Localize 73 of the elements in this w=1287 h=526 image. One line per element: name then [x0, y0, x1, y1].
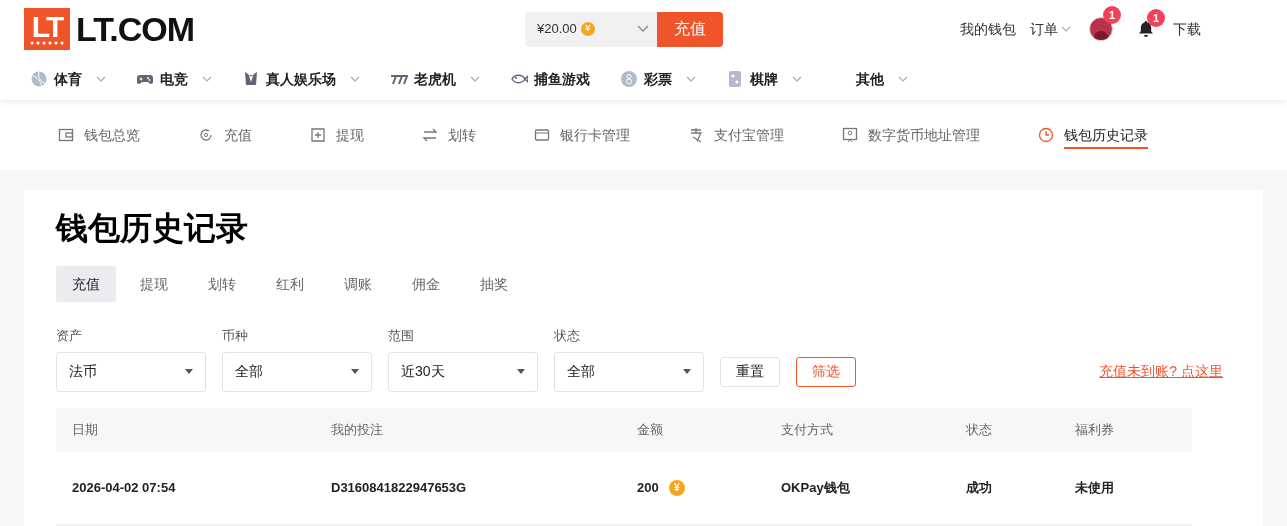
table-cell-text: D3160841822947653G: [331, 478, 467, 497]
clock-icon: [1038, 127, 1054, 143]
wallet-icon: [58, 127, 74, 143]
balance-dropdown[interactable]: ¥20.00 ¥: [525, 11, 657, 47]
column-header: 金额: [636, 420, 664, 439]
filter-label: 范围: [388, 327, 415, 345]
nav-item[interactable]: 棋牌: [726, 68, 802, 90]
lottery-ball-icon: [620, 70, 638, 88]
orders-dropdown[interactable]: 订单: [1030, 18, 1071, 40]
table-cell-text: 未使用: [1075, 478, 1114, 497]
nav-item[interactable]: 真人娱乐场: [242, 68, 360, 90]
table-cell-text: 成功: [966, 478, 992, 497]
column-header: 支付方式: [780, 420, 834, 439]
select-field[interactable]: 法币: [56, 351, 206, 392]
filter-label: 币种: [222, 327, 249, 345]
help-link[interactable]: 充值未到账? 点这里: [1099, 360, 1223, 382]
wallet-menu-tab[interactable]: 钱包历史记录: [1064, 124, 1148, 149]
wallet-menu-tab[interactable]: 提现: [336, 124, 364, 149]
filter-button[interactable]: 筛选: [796, 356, 856, 387]
select-field[interactable]: 全部: [554, 351, 704, 392]
record-tab[interactable]: 提现: [124, 266, 184, 302]
download-link[interactable]: 下载: [1173, 18, 1201, 40]
caret-icon: [185, 368, 193, 375]
record-tab[interactable]: 抽奖: [464, 266, 524, 302]
logo-mark: LT: [24, 8, 70, 50]
ball-icon: [30, 70, 48, 88]
reset-button[interactable]: 重置: [720, 356, 780, 387]
nav-item[interactable]: 捕鱼游戏: [510, 68, 590, 90]
nav-item[interactable]: 电竞: [136, 68, 212, 90]
tuxedo-icon: [242, 70, 260, 88]
bank-card-icon: [534, 127, 550, 143]
wallet-menu-tab[interactable]: 支付宝管理: [714, 124, 784, 149]
record-tab[interactable]: 划转: [192, 266, 252, 302]
column-header: 状态: [965, 420, 993, 439]
record-tab[interactable]: 红利: [260, 266, 320, 302]
logo-text: LT.COM: [76, 8, 194, 50]
wallet-menu-tab[interactable]: 数字货币地址管理: [868, 124, 980, 149]
filter-label: 状态: [554, 327, 581, 345]
nav-item[interactable]: 其他: [832, 68, 908, 90]
caret-icon: [351, 368, 359, 375]
nav-item[interactable]: 彩票: [620, 68, 696, 90]
caret-icon: [683, 368, 691, 375]
page-title: 钱包历史记录: [56, 209, 249, 248]
refresh-icon: [198, 127, 214, 143]
notification-badge: 1: [1147, 9, 1165, 27]
wallet-menu-tab[interactable]: 银行卡管理: [560, 124, 630, 149]
table-cell-text: 2026-04-02 07:54: [72, 478, 176, 497]
nav-item[interactable]: 老虎机: [390, 68, 480, 90]
card-icon: [726, 70, 744, 88]
record-tab[interactable]: 佣金: [396, 266, 456, 302]
select-field[interactable]: 近30天: [388, 351, 538, 392]
bell-icon[interactable]: [1137, 20, 1155, 38]
column-header: 我的投注: [330, 420, 384, 439]
select-field[interactable]: 全部: [222, 351, 372, 392]
wallet-menu-tab[interactable]: 充值: [224, 124, 252, 149]
transfer-icon: [422, 127, 438, 143]
table-cell-text: OKPay钱包: [781, 478, 850, 497]
notification-badge: 1: [1103, 6, 1121, 24]
record-tab[interactable]: 调账: [328, 266, 388, 302]
record-tab[interactable]: 充值: [56, 266, 116, 302]
caret-icon: [517, 368, 525, 375]
nav-item[interactable]: 体育: [30, 68, 106, 90]
deposit-button[interactable]: 充值: [657, 11, 723, 47]
filter-label: 资产: [56, 327, 83, 345]
wallet-menu-tab[interactable]: 钱包总览: [84, 124, 140, 149]
wallet-link[interactable]: 我的钱包: [960, 18, 1016, 40]
avatar[interactable]: [1089, 17, 1113, 41]
table-cell-text: 200: [637, 478, 659, 497]
column-header: 日期: [71, 420, 99, 439]
caret-icon: [637, 25, 649, 33]
wallet-menu-tab[interactable]: 划转: [448, 124, 476, 149]
coin-icon: ¥: [668, 479, 685, 496]
column-header: 福利券: [1074, 420, 1115, 439]
